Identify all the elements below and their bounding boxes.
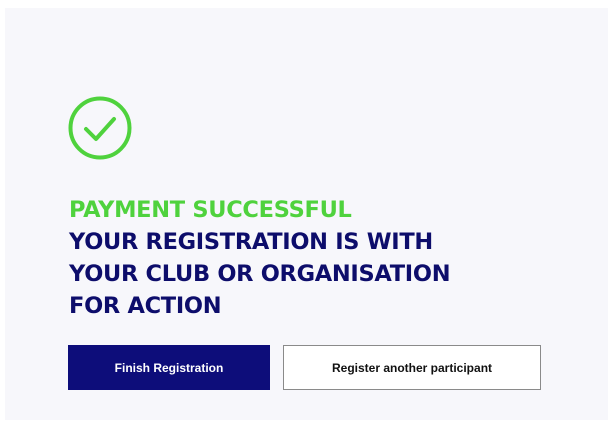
registration-message-line-2: YOUR CLUB OR ORGANISATION xyxy=(69,261,451,287)
check-circle-icon xyxy=(68,96,132,160)
registration-message-line-1: YOUR REGISTRATION IS WITH xyxy=(69,229,433,255)
register-another-participant-button[interactable]: Register another participant xyxy=(283,345,541,390)
registration-message-line-3: FOR ACTION xyxy=(69,293,222,319)
confirmation-heading: PAYMENT SUCCESSFUL YOUR REGISTRATION IS … xyxy=(69,194,451,322)
finish-registration-button[interactable]: Finish Registration xyxy=(68,345,270,390)
confirmation-card: PAYMENT SUCCESSFUL YOUR REGISTRATION IS … xyxy=(5,8,608,420)
payment-success-text: PAYMENT SUCCESSFUL xyxy=(69,197,352,223)
